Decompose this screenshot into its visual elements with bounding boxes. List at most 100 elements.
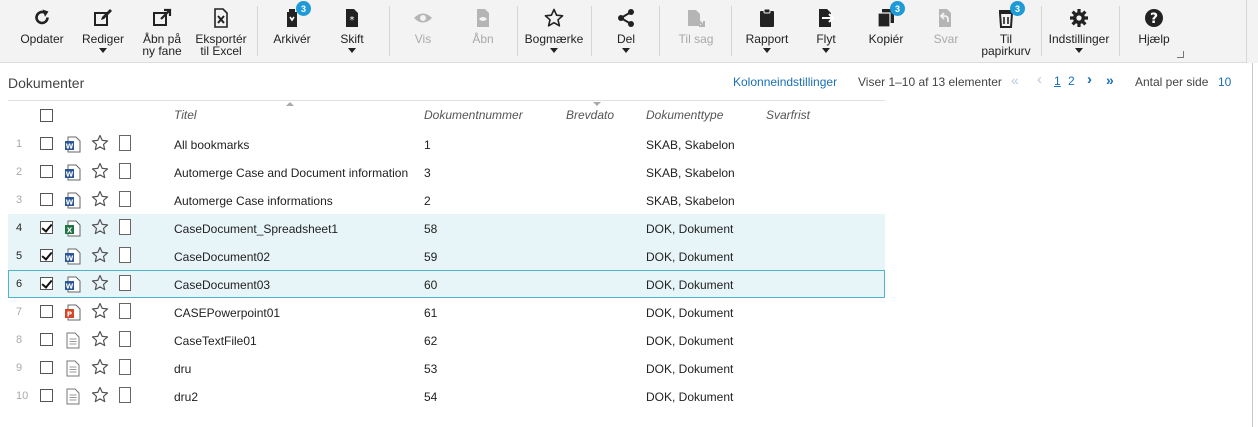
title-cell[interactable]: CaseDocument_Spreadsheet1 <box>174 222 338 236</box>
move-to-recycle-bin-button[interactable]: 3 Til papirkurv <box>978 0 1034 62</box>
select-all-checkbox[interactable] <box>40 109 53 122</box>
title-cell[interactable]: Automerge Case and Document information <box>174 166 408 180</box>
share-button[interactable]: Del <box>604 0 648 62</box>
table-row[interactable]: 4 X CaseDocument_Spreadsheet1 58 DOK, Dokume… <box>8 214 885 242</box>
toolbar-divider <box>1041 6 1042 56</box>
row-checkbox[interactable] <box>40 333 53 346</box>
row-checkbox[interactable] <box>40 305 53 318</box>
table-row[interactable]: 8 CaseTextFile01 62 DOK, Dokument <box>8 326 885 354</box>
table-row[interactable]: 6 W CaseDocument03 60 DOK, Dokument <box>8 270 885 298</box>
row-number: 7 <box>16 306 23 318</box>
column-header-response-deadline[interactable]: Svarfrist <box>766 108 810 122</box>
column-header-document-type[interactable]: Dokumenttype <box>646 108 723 122</box>
bookmark-star-icon[interactable] <box>91 134 109 152</box>
export-excel-button[interactable]: Eksportér til Excel <box>194 0 248 62</box>
previous-page-icon[interactable]: ‹ <box>1037 71 1042 88</box>
list-title: Dokumenter <box>8 75 85 91</box>
expand-corner-icon[interactable] <box>1177 51 1184 58</box>
bookmark-star-icon[interactable] <box>91 386 109 404</box>
svg-text:W: W <box>66 283 74 291</box>
help-icon: ? <box>1140 4 1168 32</box>
to-case-button[interactable]: Til sag <box>670 0 722 62</box>
last-page-icon[interactable]: » <box>1106 72 1114 88</box>
table-row[interactable]: 3 W Automerge Case informations 2 SKAB, Skab… <box>8 186 885 214</box>
row-number: 9 <box>16 362 23 374</box>
svg-text:?: ? <box>1150 11 1158 27</box>
page-1-link[interactable]: 1 <box>1054 74 1061 88</box>
word-icon[interactable]: W <box>65 248 81 265</box>
bookmark-star-icon[interactable] <box>91 246 109 264</box>
bookmark-star-icon[interactable] <box>91 190 109 208</box>
view-button[interactable]: Vis <box>400 0 446 62</box>
bookmark-star-icon[interactable] <box>91 162 109 180</box>
row-checkbox[interactable] <box>40 193 53 206</box>
open-new-tab-button[interactable]: Åbn på ny fane <box>138 0 186 62</box>
row-checkbox[interactable] <box>40 137 53 150</box>
bookmark-star-icon[interactable] <box>91 330 109 348</box>
row-checkbox[interactable] <box>40 389 53 402</box>
report-button[interactable]: Rapport <box>740 0 794 62</box>
row-number: 1 <box>16 138 23 150</box>
row-checkbox[interactable] <box>40 361 53 374</box>
page-icon <box>119 247 131 263</box>
title-cell[interactable]: Automerge Case informations <box>174 194 333 208</box>
column-header-document-number[interactable]: Dokumentnummer <box>424 108 523 122</box>
table-row[interactable]: 1 W All bookmarks 1 SKAB, Skabelon <box>8 130 885 158</box>
page-icon <box>119 135 131 151</box>
column-header-title[interactable]: Titel <box>174 108 197 122</box>
bookmark-star-icon[interactable] <box>91 274 109 292</box>
next-page-icon[interactable]: › <box>1087 71 1092 88</box>
title-cell[interactable]: CASEPowerpoint01 <box>174 306 280 320</box>
title-cell[interactable]: CaseTextFile01 <box>174 334 257 348</box>
page-2-link[interactable]: 2 <box>1068 74 1075 88</box>
powerpoint-icon[interactable]: P <box>65 304 81 321</box>
title-cell[interactable]: dru <box>174 362 191 376</box>
external-link-icon <box>148 4 176 32</box>
bookmark-star-icon[interactable] <box>91 218 109 236</box>
copy-button[interactable]: 3 Kopiér <box>862 0 910 62</box>
column-header-letter-date[interactable]: Brevdato <box>566 108 614 122</box>
scrollbar-track[interactable] <box>1252 63 1253 427</box>
word-icon[interactable]: W <box>65 136 81 153</box>
word-icon[interactable]: W <box>65 164 81 181</box>
row-checkbox[interactable] <box>40 249 53 262</box>
title-cell[interactable]: dru2 <box>174 390 198 404</box>
switch-button[interactable]: * Skift <box>328 0 376 62</box>
document-number-cell: 58 <box>424 222 438 236</box>
title-cell[interactable]: All bookmarks <box>174 138 249 152</box>
table-row[interactable]: 2 W Automerge Case and Document informatio… <box>8 158 885 186</box>
refresh-button[interactable]: Opdater <box>16 0 68 62</box>
scrollbar[interactable] <box>1246 0 1258 63</box>
text-file-icon[interactable] <box>65 388 81 405</box>
archive-button[interactable]: 3 Arkivér <box>268 0 316 62</box>
table-row[interactable]: 10 dru2 54 DOK, Dokument <box>8 382 885 410</box>
per-page-label: Antal per side <box>1135 75 1209 89</box>
reply-button[interactable]: Svar <box>924 0 968 62</box>
archive-count-badge: 3 <box>296 1 311 16</box>
excel-icon <box>207 4 235 32</box>
text-file-icon[interactable] <box>65 332 81 349</box>
word-icon[interactable]: W <box>65 276 81 293</box>
row-checkbox[interactable] <box>40 277 53 290</box>
row-checkbox[interactable] <box>40 221 53 234</box>
settings-button[interactable]: Indstillinger <box>1046 0 1112 62</box>
first-page-icon[interactable]: « <box>1011 72 1019 88</box>
column-settings-link[interactable]: Kolonneindstillinger <box>733 75 837 89</box>
text-file-icon[interactable] <box>65 360 81 377</box>
bookmark-button[interactable]: Bogmærke <box>524 0 584 62</box>
edit-button[interactable]: Rediger <box>78 0 128 62</box>
table-row[interactable]: 9 dru 53 DOK, Dokument <box>8 354 885 382</box>
bookmark-star-icon[interactable] <box>91 358 109 376</box>
row-checkbox[interactable] <box>40 165 53 178</box>
table-row[interactable]: 7 P CASEPowerpoint01 61 DOK, Dokument <box>8 298 885 326</box>
title-cell[interactable]: CaseDocument03 <box>174 278 270 292</box>
help-button[interactable]: ? Hjælp <box>1132 0 1176 62</box>
excel-icon[interactable]: X <box>65 220 81 237</box>
per-page-selector[interactable]: 10 <box>1218 75 1231 89</box>
word-icon[interactable]: W <box>65 192 81 209</box>
move-button[interactable]: Flyt <box>806 0 846 62</box>
bookmark-star-icon[interactable] <box>91 302 109 320</box>
title-cell[interactable]: CaseDocument02 <box>174 250 270 264</box>
open-button[interactable]: Åbn <box>460 0 506 62</box>
table-row[interactable]: 5 W CaseDocument02 59 DOK, Dokument <box>8 242 885 270</box>
